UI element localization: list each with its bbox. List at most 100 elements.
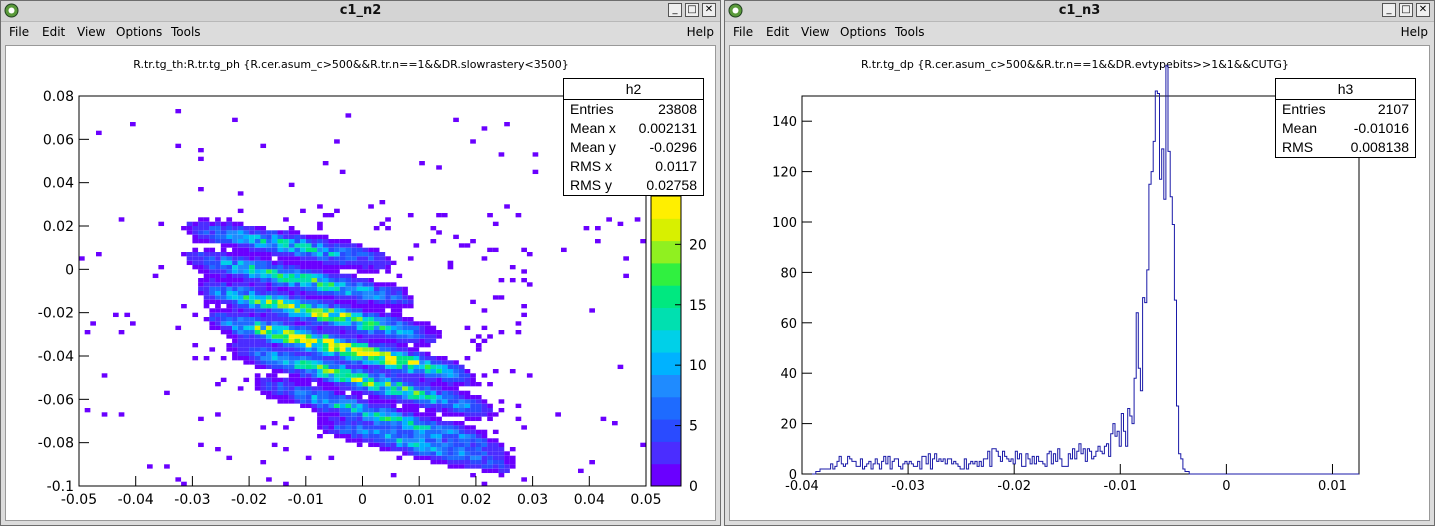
heatmap-cell: [379, 312, 386, 318]
window-titlebar[interactable]: c1_n3 _ □ ✕: [725, 1, 1434, 22]
menu-help[interactable]: Help: [687, 25, 714, 39]
heatmap-cell: [373, 395, 380, 400]
heatmap-cell: [430, 421, 437, 426]
menu-edit[interactable]: Edit: [766, 25, 789, 39]
heatmap-cell: [623, 273, 629, 279]
heatmap-cell: [368, 360, 374, 365]
heatmap-cell: [328, 325, 335, 331]
heatmap-cell: [453, 360, 459, 365]
menu-options[interactable]: Options: [116, 25, 162, 39]
heatmap-cell: [470, 434, 476, 439]
heatmap-cell: [271, 364, 278, 370]
menu-file[interactable]: File: [733, 25, 753, 39]
heatmap-cell: [283, 308, 289, 313]
menu-file[interactable]: File: [9, 25, 29, 39]
heatmap-cell: [419, 442, 425, 448]
heatmap-cell: [436, 330, 442, 335]
stats-row: Mean x 0.002131: [564, 119, 703, 138]
close-button[interactable]: ✕: [1416, 3, 1430, 17]
heatmap-cell: [464, 451, 471, 456]
heatmap-cell: [254, 282, 261, 287]
heatmap-cell: [407, 403, 414, 409]
heatmap-cell: [413, 399, 420, 404]
heatmap-cell: [385, 351, 391, 357]
heatmap-cell: [356, 308, 363, 313]
minimize-button[interactable]: _: [668, 3, 682, 17]
heatmap-cell: [441, 386, 448, 391]
heatmap-cell: [368, 330, 374, 335]
minimize-button[interactable]: _: [1382, 3, 1396, 17]
x-tick-label: -0.02: [231, 492, 267, 508]
palette-tick-label: 10: [689, 358, 707, 374]
heatmap-cell: [532, 169, 539, 175]
menu-edit[interactable]: Edit: [42, 25, 65, 39]
maximize-button[interactable]: □: [1399, 3, 1413, 17]
menu-view[interactable]: View: [801, 25, 829, 39]
heatmap-cell: [317, 416, 323, 422]
heatmap-cell: [311, 321, 318, 326]
maximize-button[interactable]: □: [685, 3, 699, 17]
heatmap-cell: [430, 451, 437, 456]
heatmap-cell: [215, 312, 221, 318]
plot-title: R.tr.tg_th:R.tr.tg_ph {R.cer.asum_c>500&…: [133, 58, 569, 71]
heatmap-cell: [232, 330, 238, 335]
heatmap-cell: [311, 373, 318, 378]
heatmap-cell: [385, 360, 391, 365]
heatmap-cell: [311, 338, 318, 344]
menu-tools[interactable]: Tools: [895, 25, 925, 39]
heatmap-cell: [447, 447, 454, 452]
heatmap-cell: [379, 390, 386, 396]
heatmap-cell: [385, 399, 391, 404]
heatmap-cell: [396, 390, 403, 396]
heatmap-cell: [351, 390, 357, 396]
canvas-window-c1-n2: c1_n2 _ □ ✕ File Edit View Options Tools…: [0, 0, 721, 526]
heatmap-cell: [390, 338, 397, 344]
heatmap-cell: [498, 447, 505, 452]
heatmap-cell: [368, 412, 374, 417]
heatmap-cell: [441, 421, 448, 426]
close-button[interactable]: ✕: [702, 3, 716, 17]
heatmap-cell: [368, 286, 374, 292]
menu-options[interactable]: Options: [840, 25, 886, 39]
heatmap-cell: [220, 308, 227, 313]
heatmap-cell: [322, 408, 329, 413]
heatmap-cell: [322, 282, 329, 287]
heatmap-cell: [311, 278, 318, 283]
menu-tools[interactable]: Tools: [171, 25, 201, 39]
menu-view[interactable]: View: [77, 25, 105, 39]
heatmap-cell: [345, 399, 352, 404]
heatmap-cell: [334, 338, 340, 344]
heatmap-cell: [322, 252, 329, 257]
heatmap-cell: [283, 278, 289, 283]
heatmap-cell: [243, 291, 250, 296]
heatmap-cell: [390, 416, 397, 422]
heatmap-cell: [220, 230, 227, 235]
heatmap-cell: [413, 364, 420, 370]
plot-canvas[interactable]: R.tr.tg_dp {R.cer.asum_c>500&&R.tr.n==1&…: [729, 45, 1430, 521]
heatmap-cell: [373, 286, 380, 292]
heatmap-cell: [526, 282, 533, 287]
heatmap-cell: [447, 382, 454, 387]
heatmap-cell: [226, 252, 233, 257]
heatmap-cell: [294, 312, 301, 318]
heatmap-cell: [328, 386, 335, 391]
heatmap-cell: [413, 382, 420, 387]
heatmap-cell: [356, 325, 363, 331]
heatmap-cell: [90, 321, 96, 326]
heatmap-cell: [339, 304, 346, 309]
stats-box[interactable]: h3 Entries 2107 Mean -0.01016 RMS 0.008138: [1275, 78, 1416, 158]
heatmap-cell: [266, 260, 272, 266]
heatmap-cell: [351, 416, 357, 422]
heatmap-cell: [249, 269, 255, 274]
heatmap-cell: [373, 347, 380, 352]
heatmap-cell: [362, 325, 369, 331]
window-titlebar[interactable]: c1_n2 _ □ ✕: [1, 1, 720, 22]
heatmap-cell: [424, 442, 431, 448]
menu-help[interactable]: Help: [1401, 25, 1428, 39]
heatmap-cell: [84, 330, 91, 335]
stats-box[interactable]: h2 Entries 23808 Mean x 0.002131 Mean y -0.…: [563, 78, 704, 196]
heatmap-cell: [237, 278, 244, 283]
heatmap-cell: [464, 412, 471, 417]
heatmap-cell: [407, 399, 414, 404]
plot-canvas[interactable]: R.tr.tg_th:R.tr.tg_ph {R.cer.asum_c>500&…: [5, 45, 716, 521]
